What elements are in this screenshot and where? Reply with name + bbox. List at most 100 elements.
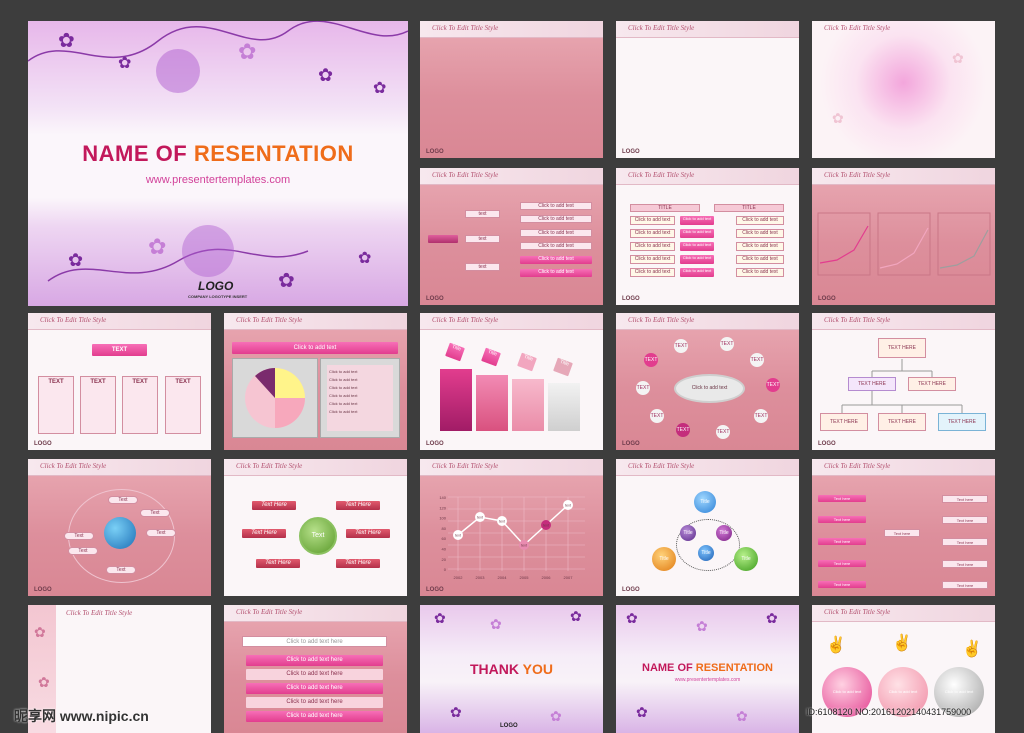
text-item: Text Here bbox=[242, 529, 286, 538]
slide-header: Click To Edit Title Style bbox=[616, 21, 799, 38]
table-cell: Click to add text bbox=[736, 216, 784, 225]
title-part-a: NAME OF bbox=[82, 141, 194, 166]
slide-thumbnail-13[interactable]: Click To Edit Title Style TEXT HERE TEXT… bbox=[812, 313, 995, 450]
x-tick-label: 2006 bbox=[542, 575, 552, 580]
slide-header: Click To Edit Title Style bbox=[812, 459, 995, 476]
slide-thumbnail-11[interactable]: Click To Edit Title Style Title Title Ti… bbox=[420, 313, 603, 450]
slide-thumbnail-2[interactable]: Click To Edit Title Style LOGO bbox=[420, 21, 603, 158]
right-item: Text here bbox=[942, 495, 988, 503]
slide-logo: LOGO bbox=[426, 149, 444, 155]
flower-icon: ✿ bbox=[238, 39, 257, 64]
title-part-b: RESENTATION bbox=[193, 141, 354, 166]
presentation-url: www.presentertemplates.com bbox=[674, 677, 741, 683]
flower-icon: ✿ bbox=[318, 65, 334, 85]
slide-header: Click To Edit Title Style bbox=[812, 605, 995, 622]
line-chart: 140 120 100 80 60 40 20 0 2002 2003 2004 2005 2006 20… bbox=[439, 495, 585, 580]
text-bubble: Text bbox=[140, 509, 170, 517]
slide-header: Click To Edit Title Style bbox=[420, 168, 603, 185]
title-ball: Title bbox=[734, 547, 758, 571]
slide-thumbnail-9[interactable]: Click To Edit Title Style TEXT TEXT TEXT… bbox=[28, 313, 211, 450]
slide-thumbnail-20[interactable]: Click To Edit Title Style Click to add t… bbox=[224, 605, 407, 733]
slide-title: Click To Edit Title Style bbox=[40, 462, 107, 470]
list-row: Click to add text here bbox=[246, 711, 383, 722]
flower-icon: ✿ bbox=[450, 704, 462, 720]
slide-title: Click To Edit Title Style bbox=[628, 24, 695, 32]
slide-thumbnail-16[interactable]: Click To Edit Title Style 140 120 100 80 60 4… bbox=[420, 459, 603, 596]
flower-icon: ✿ bbox=[58, 30, 75, 52]
slide-thumbnail-10[interactable]: Click To Edit Title Style Click to add t… bbox=[224, 313, 407, 450]
table-cell: Click to add text bbox=[630, 229, 675, 238]
flower-icon: ✿ bbox=[38, 674, 50, 690]
slide-logo: LOGO bbox=[622, 587, 640, 593]
table-cell: Click to add text bbox=[630, 242, 675, 251]
y-tick-label: 60 bbox=[442, 536, 447, 541]
slide-title: Click To Edit Title Style bbox=[432, 24, 499, 32]
y-tick-label: 40 bbox=[442, 547, 447, 552]
text-bubble: Text bbox=[64, 532, 94, 540]
slide-logo: LOGO bbox=[500, 723, 518, 729]
node-ball: TEXT bbox=[720, 337, 734, 351]
slide-logo: LOGO bbox=[426, 296, 444, 302]
point-label: text bbox=[477, 516, 483, 520]
slide-thumbnail-12[interactable]: Click To Edit Title Style Click to add t… bbox=[616, 313, 799, 450]
x-tick-label: 2005 bbox=[520, 575, 530, 580]
slide-thumbnail-4[interactable]: Click To Edit Title Style ✿ ✿ bbox=[812, 21, 995, 158]
title-slide-thumbnail[interactable]: ✿ ✿ ✿ ✿ ✿ ✿ ✿ ✿ ✿ NAME OF RESENTATION ww… bbox=[28, 21, 408, 306]
thank-part-a: THANK bbox=[470, 661, 523, 677]
slide-header: Click To Edit Title Style bbox=[420, 313, 603, 330]
y-tick-label: 0 bbox=[444, 567, 447, 572]
left-item: Text here bbox=[818, 560, 866, 567]
x-tick-label: 2003 bbox=[476, 575, 486, 580]
text-item: Text Here bbox=[346, 529, 390, 538]
watermark-left: 昵享网 www.nipic.cn bbox=[14, 708, 149, 724]
node-ball: TEXT bbox=[650, 409, 664, 423]
slide-logo: LOGO bbox=[34, 441, 52, 447]
bullet-item: Click to add text bbox=[329, 377, 358, 382]
slide-thumbnail-17[interactable]: Click To Edit Title Style Title Title Ti… bbox=[616, 459, 799, 596]
slide-thumbnail-6[interactable]: Click To Edit Title Style text text text… bbox=[420, 168, 603, 305]
slide-thumbnail-21[interactable]: ✿ ✿ ✿ ✿ ✿ THANK YOU LOGO bbox=[420, 605, 603, 733]
slide-thumbnail-18[interactable]: Click To Edit Title Style Text here Text… bbox=[812, 459, 995, 596]
flower-icon: ✿ bbox=[636, 704, 648, 720]
presentation-title: NAME OF RESENTATION bbox=[28, 141, 408, 167]
slide-title: Click To Edit Title Style bbox=[628, 171, 695, 179]
slide-thumbnail-7[interactable]: Click To Edit Title Style TITLE TITLE Cl… bbox=[616, 168, 799, 305]
slide-thumbnail-8[interactable]: Click To Edit Title Style LOGO bbox=[812, 168, 995, 305]
right-item: Text here bbox=[942, 560, 988, 568]
table-cell: Click to add text bbox=[736, 255, 784, 264]
slide-thumbnail-22[interactable]: ✿ ✿ ✿ ✿ ✿ NAME OF RESENTATION www.presen… bbox=[616, 605, 799, 733]
logo-text: LOGO bbox=[198, 279, 234, 293]
org-node: TEXT HERE bbox=[878, 338, 926, 358]
point-label: text bbox=[521, 544, 527, 548]
node: TEXT bbox=[38, 376, 74, 434]
slide-thumbnail-3[interactable]: Click To Edit Title Style LOGO bbox=[616, 21, 799, 158]
bullet-item: Click to add text bbox=[329, 385, 358, 390]
slide-logo: LOGO bbox=[818, 441, 836, 447]
pie-panel bbox=[232, 358, 318, 438]
slide-thumbnail-15[interactable]: Click To Edit Title Style Text Text Here… bbox=[224, 459, 407, 596]
slide-thumbnail-14[interactable]: Click To Edit Title Style Text Text Text… bbox=[28, 459, 211, 596]
leaf-node: Click to add text bbox=[520, 256, 592, 264]
table-cell: Click to add text bbox=[630, 255, 675, 264]
flower-icon: ✿ bbox=[570, 608, 582, 624]
title-part-b: RESENTATION bbox=[695, 662, 773, 674]
title-part-a: NAME OF bbox=[642, 662, 696, 674]
slide-title: Click To Edit Title Style bbox=[432, 316, 499, 324]
slide-header: Click To Edit Title Style bbox=[616, 459, 799, 476]
flower-icon: ✿ bbox=[68, 250, 84, 270]
top-node: TEXT bbox=[92, 344, 147, 356]
flower-icon: ✿ bbox=[434, 610, 446, 626]
text-item: Text Here bbox=[256, 559, 300, 568]
slide-title: Click To Edit Title Style bbox=[824, 24, 891, 32]
slide-title: Click To Edit Title Style bbox=[66, 609, 133, 617]
left-item: Text here bbox=[818, 538, 866, 545]
flower-icon: ✿ bbox=[358, 250, 372, 267]
slide-title: Click To Edit Title Style bbox=[432, 171, 499, 179]
presentation-url: www.presentertemplates.com bbox=[145, 174, 291, 186]
y-tick-label: 120 bbox=[439, 505, 446, 510]
title-ball: Title bbox=[680, 525, 696, 541]
table-cell: Click to add text bbox=[736, 242, 784, 251]
node-ball: TEXT bbox=[674, 339, 688, 353]
leaf-node: Click to add text bbox=[520, 215, 592, 223]
x-tick-label: 2004 bbox=[498, 575, 508, 580]
